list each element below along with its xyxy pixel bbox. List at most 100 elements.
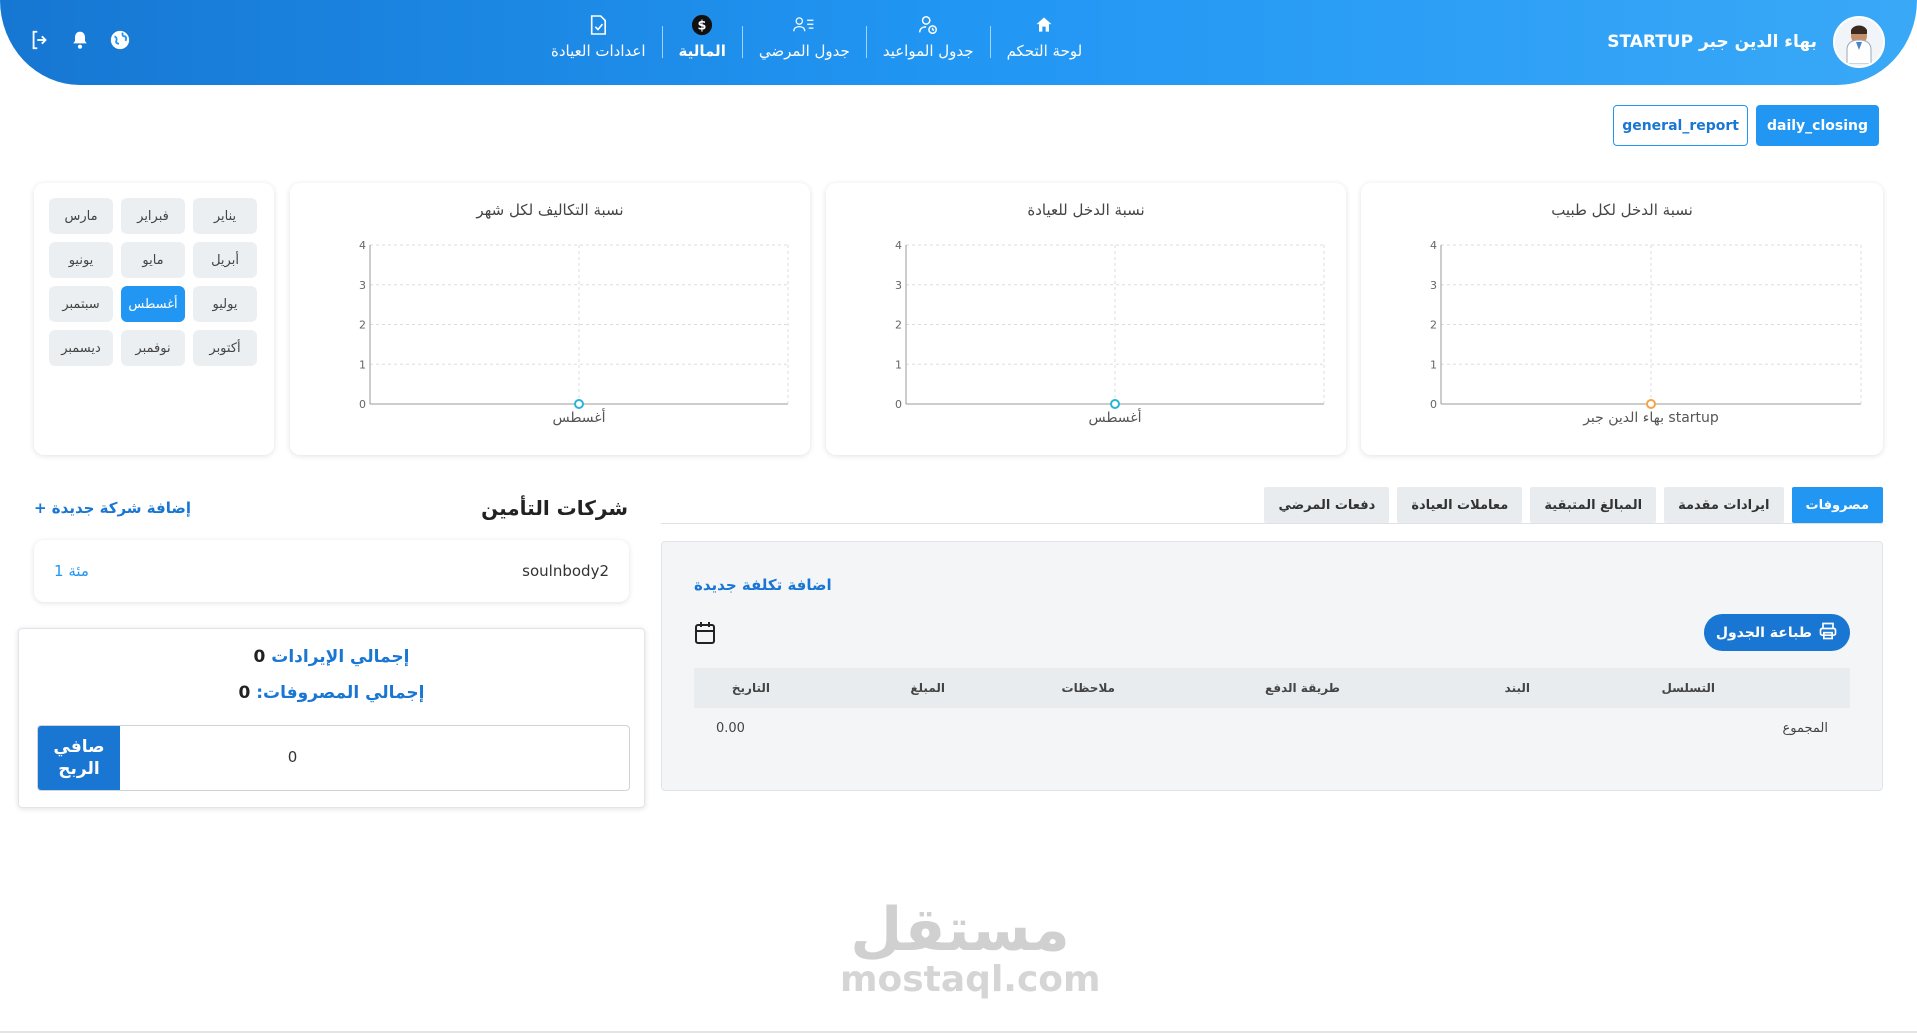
nav-appointments[interactable]: جدول المواعيد bbox=[867, 14, 990, 72]
month-button[interactable]: يناير bbox=[193, 198, 257, 234]
y-tick-label: 4 bbox=[895, 239, 902, 252]
calendar-icon[interactable] bbox=[694, 621, 718, 645]
nav-finance[interactable]: $ المالية bbox=[663, 14, 742, 72]
column-header: طريقة الدفع bbox=[1265, 681, 1340, 695]
month-picker: يناير فبراير مارس أبريل مايو يونيو يوليو أغسطس س… bbox=[34, 183, 274, 455]
data-point bbox=[1110, 399, 1120, 409]
add-cost-link[interactable]: اضافة تكلفة جديدة bbox=[694, 576, 832, 594]
column-header: التاريخ bbox=[731, 681, 770, 695]
daily-closing-button[interactable]: daily_closing bbox=[1755, 105, 1879, 146]
column-header: ملاحظات bbox=[1061, 681, 1115, 695]
insurance-company-item[interactable]: soulnbody2 1 مئة bbox=[34, 540, 629, 602]
patients-list-icon bbox=[793, 14, 815, 36]
month-button[interactable]: أبريل bbox=[193, 242, 257, 278]
month-button[interactable]: فبراير bbox=[121, 198, 185, 234]
watermark: مستقل mostaql.com bbox=[840, 895, 1101, 1000]
print-label: طباعة الجدول bbox=[1715, 624, 1812, 641]
user-profile[interactable]: بهاء الدين جبر STARTUP bbox=[1607, 16, 1885, 68]
nav-separator bbox=[741, 26, 743, 58]
tabs-divider bbox=[661, 523, 1883, 524]
nav-dashboard[interactable]: لوحة التحكم bbox=[991, 14, 1099, 72]
data-point bbox=[574, 399, 584, 409]
tab[interactable]: مصروفات bbox=[1791, 487, 1883, 523]
line-chart: 0 1 2 3 4 أغسطس bbox=[895, 239, 1325, 426]
print-table-button[interactable]: طباعة الجدول bbox=[1703, 614, 1850, 651]
expenses-total-row: المجموع 0.00 bbox=[694, 708, 1850, 748]
x-tick-label: بهاء الدين جبر startup bbox=[1582, 410, 1719, 426]
tab[interactable]: معاملات العيادة bbox=[1397, 487, 1523, 523]
user-name: بهاء الدين جبر STARTUP bbox=[1607, 32, 1817, 52]
report-buttons: daily_closing general_report bbox=[1613, 105, 1879, 146]
logout-icon[interactable] bbox=[28, 28, 52, 52]
y-tick-label: 2 bbox=[895, 319, 902, 332]
month-button[interactable]: نوفمبر bbox=[121, 330, 185, 366]
y-tick-label: 3 bbox=[895, 279, 902, 292]
insurance-company-name: soulnbody2 bbox=[522, 562, 609, 580]
avatar bbox=[1833, 16, 1885, 68]
general-report-button[interactable]: general_report bbox=[1613, 105, 1748, 146]
total-label: المجموع bbox=[1782, 721, 1828, 736]
bell-icon[interactable] bbox=[68, 28, 92, 52]
financial-summary: إجمالي الإيرادات 0 إجمالي المصروفات: 0 ص… bbox=[18, 628, 645, 808]
nav-clinic-settings[interactable]: اعدادات العيادة bbox=[535, 14, 662, 72]
month-button[interactable]: أكتوبر bbox=[193, 330, 257, 366]
chart-card-monthly-costs: نسبة التكاليف لكل شهر 0 1 2 3 4 أغسطس bbox=[290, 183, 810, 455]
svg-text:$: $ bbox=[698, 19, 707, 34]
y-tick-label: 2 bbox=[1430, 319, 1437, 332]
month-button[interactable]: مارس bbox=[49, 198, 113, 234]
printer-icon bbox=[1818, 621, 1838, 645]
y-tick-label: 1 bbox=[1430, 358, 1437, 371]
header-actions bbox=[28, 28, 132, 52]
month-button[interactable]: مايو bbox=[121, 242, 185, 278]
watermark-english: mostaql.com bbox=[840, 959, 1101, 1000]
y-tick-label: 3 bbox=[359, 279, 366, 292]
document-check-icon bbox=[587, 14, 609, 36]
revenue-total: إجمالي الإيرادات 0 bbox=[253, 647, 410, 667]
y-tick-label: 2 bbox=[359, 319, 366, 332]
month-button[interactable]: أغسطس bbox=[121, 286, 185, 322]
nav-separator bbox=[989, 26, 991, 58]
insurance-company-percentage: 1 مئة bbox=[54, 562, 89, 580]
y-tick-label: 0 bbox=[359, 398, 366, 411]
main-nav: لوحة التحكم جدول المواعيد جدول المرضي $ … bbox=[535, 14, 1098, 72]
x-tick-label: أغسطس bbox=[1088, 408, 1141, 426]
chart-card-clinic-income: نسبة الدخل للعيادة 0 1 2 3 4 أغسطس bbox=[826, 183, 1346, 455]
finance-tabs: مصروفات ايرادات مقدمة المبالغ المتبقية معام… bbox=[1264, 487, 1883, 523]
expenses-panel: اضافة تكلفة جديدة طباعة الجدول التسلسل ا… bbox=[661, 541, 1883, 791]
column-header: البند bbox=[1504, 681, 1530, 695]
y-tick-label: 0 bbox=[1430, 398, 1437, 411]
line-chart: 0 1 2 3 4 أغسطس bbox=[359, 239, 789, 426]
y-tick-label: 4 bbox=[359, 239, 366, 252]
total-value: 0.00 bbox=[716, 721, 745, 736]
data-point bbox=[1646, 399, 1656, 409]
expenses-total: إجمالي المصروفات: 0 bbox=[238, 683, 425, 703]
dollar-icon: $ bbox=[691, 14, 713, 36]
expenses-table-header: التسلسل البند طريقة الدفع ملاحظات المبلغ… bbox=[694, 668, 1850, 708]
y-tick-label: 0 bbox=[895, 398, 902, 411]
insurance-title: شركات التأمين bbox=[481, 496, 628, 520]
watermark-arabic: مستقل bbox=[850, 895, 1070, 965]
globe-icon[interactable] bbox=[108, 28, 132, 52]
home-icon bbox=[1033, 14, 1055, 36]
month-button[interactable]: يونيو bbox=[49, 242, 113, 278]
line-chart: 0 1 2 3 4 بهاء الدين جبر startup bbox=[1430, 239, 1862, 426]
net-profit-box: صافي الربح 0 bbox=[37, 725, 630, 791]
tab[interactable]: دفعات المرضي bbox=[1264, 487, 1390, 523]
y-tick-label: 4 bbox=[1430, 239, 1437, 252]
top-header: لوحة التحكم جدول المواعيد جدول المرضي $ … bbox=[0, 0, 1917, 85]
tab[interactable]: ايرادات مقدمة bbox=[1664, 487, 1784, 523]
nav-separator bbox=[865, 26, 867, 58]
column-header: التسلسل bbox=[1661, 681, 1715, 695]
nav-separator bbox=[661, 26, 663, 58]
month-button[interactable]: سبتمبر bbox=[49, 286, 113, 322]
y-tick-label: 1 bbox=[359, 358, 366, 371]
tab[interactable]: المبالغ المتبقية bbox=[1530, 487, 1657, 523]
column-header: المبلغ bbox=[910, 681, 945, 695]
month-button[interactable]: يوليو bbox=[193, 286, 257, 322]
month-button[interactable]: ديسمبر bbox=[49, 330, 113, 366]
x-tick-label: أغسطس bbox=[552, 408, 605, 426]
appointments-icon bbox=[917, 14, 939, 36]
net-profit-value: 0 bbox=[287, 748, 298, 766]
nav-patients[interactable]: جدول المرضي bbox=[743, 14, 866, 72]
add-insurance-company-link[interactable]: + إضافة شركة جديدة bbox=[34, 499, 191, 517]
